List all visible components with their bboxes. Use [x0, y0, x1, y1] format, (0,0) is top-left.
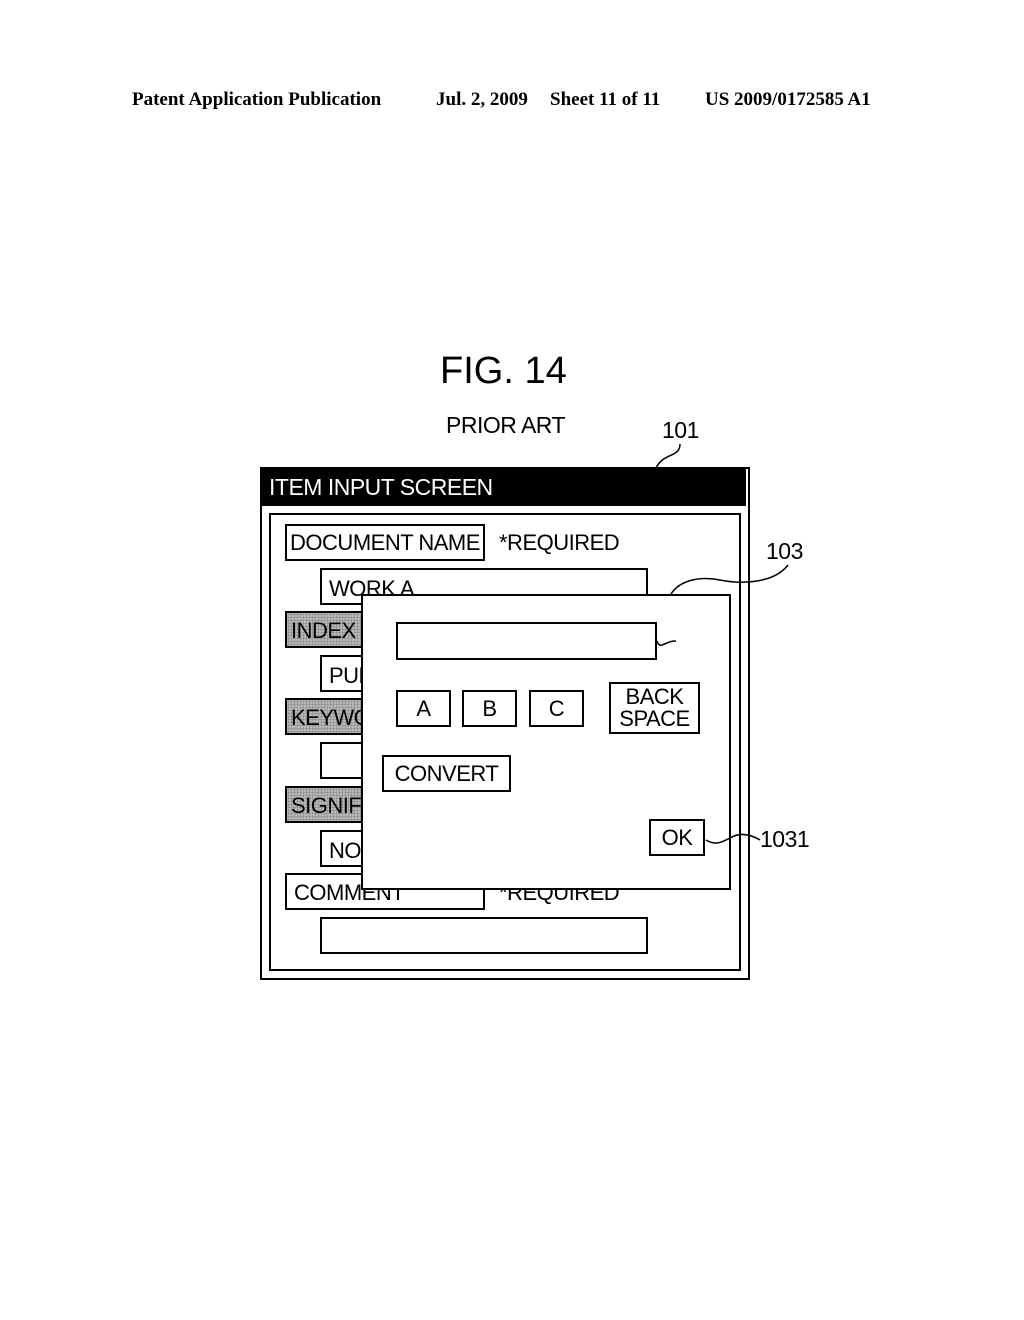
publication-label: Patent Application Publication	[132, 89, 382, 110]
comment-input[interactable]	[320, 917, 648, 954]
document-name-label-text: DOCUMENT NAME	[290, 529, 480, 555]
ref-101: 101	[662, 417, 699, 443]
window-title: ITEM INPUT SCREEN	[269, 474, 493, 500]
ok-label: OK	[661, 824, 693, 850]
figure-subtitle: PRIOR ART	[446, 412, 566, 438]
backspace-button[interactable]: BACK SPACE	[609, 682, 700, 734]
index-label-text: INDEX	[291, 618, 356, 643]
key-a-label: A	[416, 695, 431, 721]
significance-label-text: SIGNIF	[291, 793, 362, 818]
sheet-number: Sheet 11 of 11	[550, 89, 661, 110]
document-name-label: DOCUMENT NAME	[285, 524, 485, 561]
backspace-label-line1: BACK	[625, 684, 684, 709]
key-a-button[interactable]: A	[396, 690, 451, 727]
backspace-label-line2: SPACE	[619, 706, 690, 731]
document-name-required: *REQUIRED	[499, 530, 620, 555]
publication-date: Jul. 2, 2009	[436, 89, 528, 110]
keyword-label-text: KEYWO	[291, 705, 371, 730]
title-bar: ITEM INPUT SCREEN	[260, 467, 746, 506]
ok-button[interactable]: OK	[649, 819, 705, 856]
figure-title: FIG. 14	[440, 350, 567, 392]
patent-number: US 2009/0172585 A1	[705, 89, 871, 110]
key-c-button[interactable]: C	[529, 690, 584, 727]
convert-label: CONVERT	[394, 760, 499, 786]
significance-value: NO	[329, 838, 362, 863]
dialog-text-input[interactable]	[396, 622, 657, 660]
ref-103: 103	[766, 538, 803, 564]
leader-101	[655, 443, 681, 469]
key-b-label: B	[482, 695, 497, 721]
ref-1031: 1031	[760, 826, 810, 852]
key-c-label: C	[548, 695, 565, 721]
key-b-button[interactable]: B	[462, 690, 517, 727]
convert-button[interactable]: CONVERT	[382, 755, 511, 792]
